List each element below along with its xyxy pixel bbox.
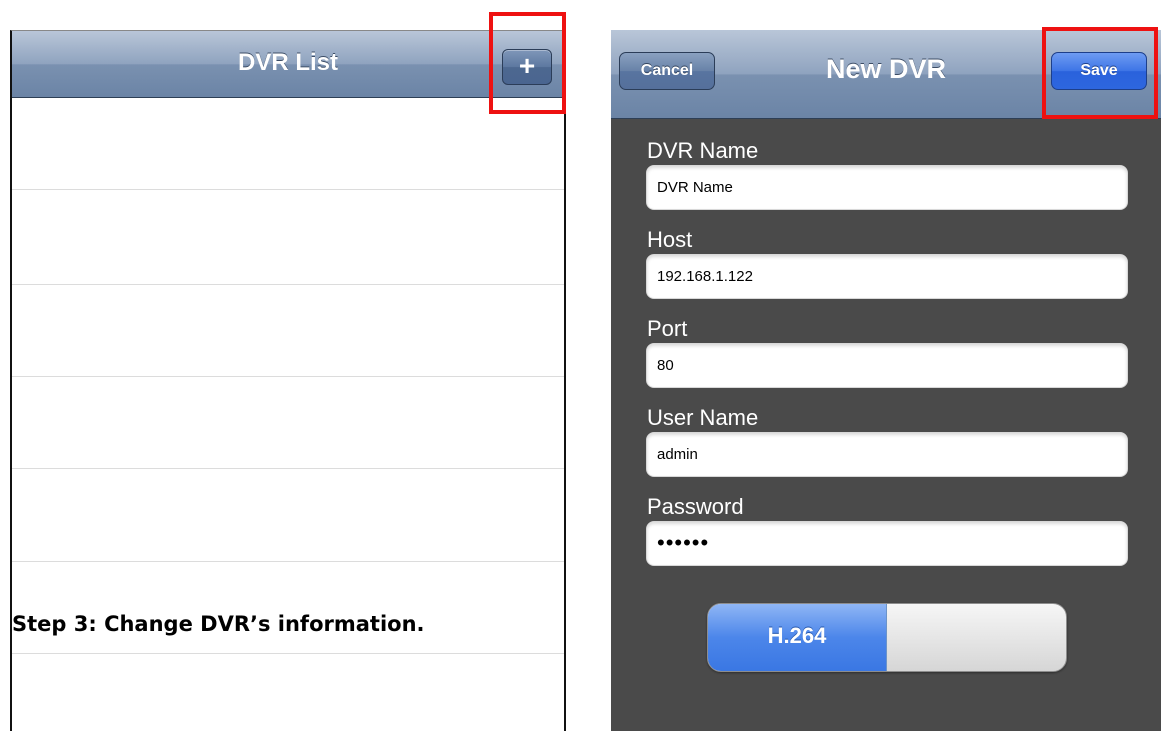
add-button-highlight [489,12,566,114]
host-label: Host [647,227,693,252]
codec-toggle-switch[interactable]: H.264 [707,603,1067,672]
password-input[interactable]: •••••• [646,521,1128,566]
dvr-list-navbar: DVR List + [12,31,564,98]
user-name-input[interactable]: admin [646,432,1128,477]
list-row-divider [12,561,564,562]
list-row-divider [12,653,564,654]
codec-label: H.264 [767,623,827,648]
dvr-list-title: DVR List [237,49,338,76]
step-caption: Step 3: Change DVR’s information. [12,612,425,636]
password-label: Password [647,494,744,519]
host-input[interactable]: 192.168.1.122 [646,254,1128,299]
port-label: Port [647,316,688,341]
dvr-name-input[interactable]: DVR Name [646,165,1128,210]
port-input[interactable]: 80 [646,343,1128,388]
new-dvr-screen: Cancel New DVR Save DVR Name DVR Name Ho… [611,30,1161,731]
user-name-label: User Name [647,405,759,430]
dvr-name-label: DVR Name [647,138,759,163]
list-row-divider [12,284,564,285]
dvr-list-screen: DVR List + Step 3: Change DVR’s informat… [10,30,566,731]
list-row-divider [12,468,564,469]
list-row-divider [12,376,564,377]
list-row-divider [12,189,564,190]
save-button-highlight [1042,27,1158,119]
